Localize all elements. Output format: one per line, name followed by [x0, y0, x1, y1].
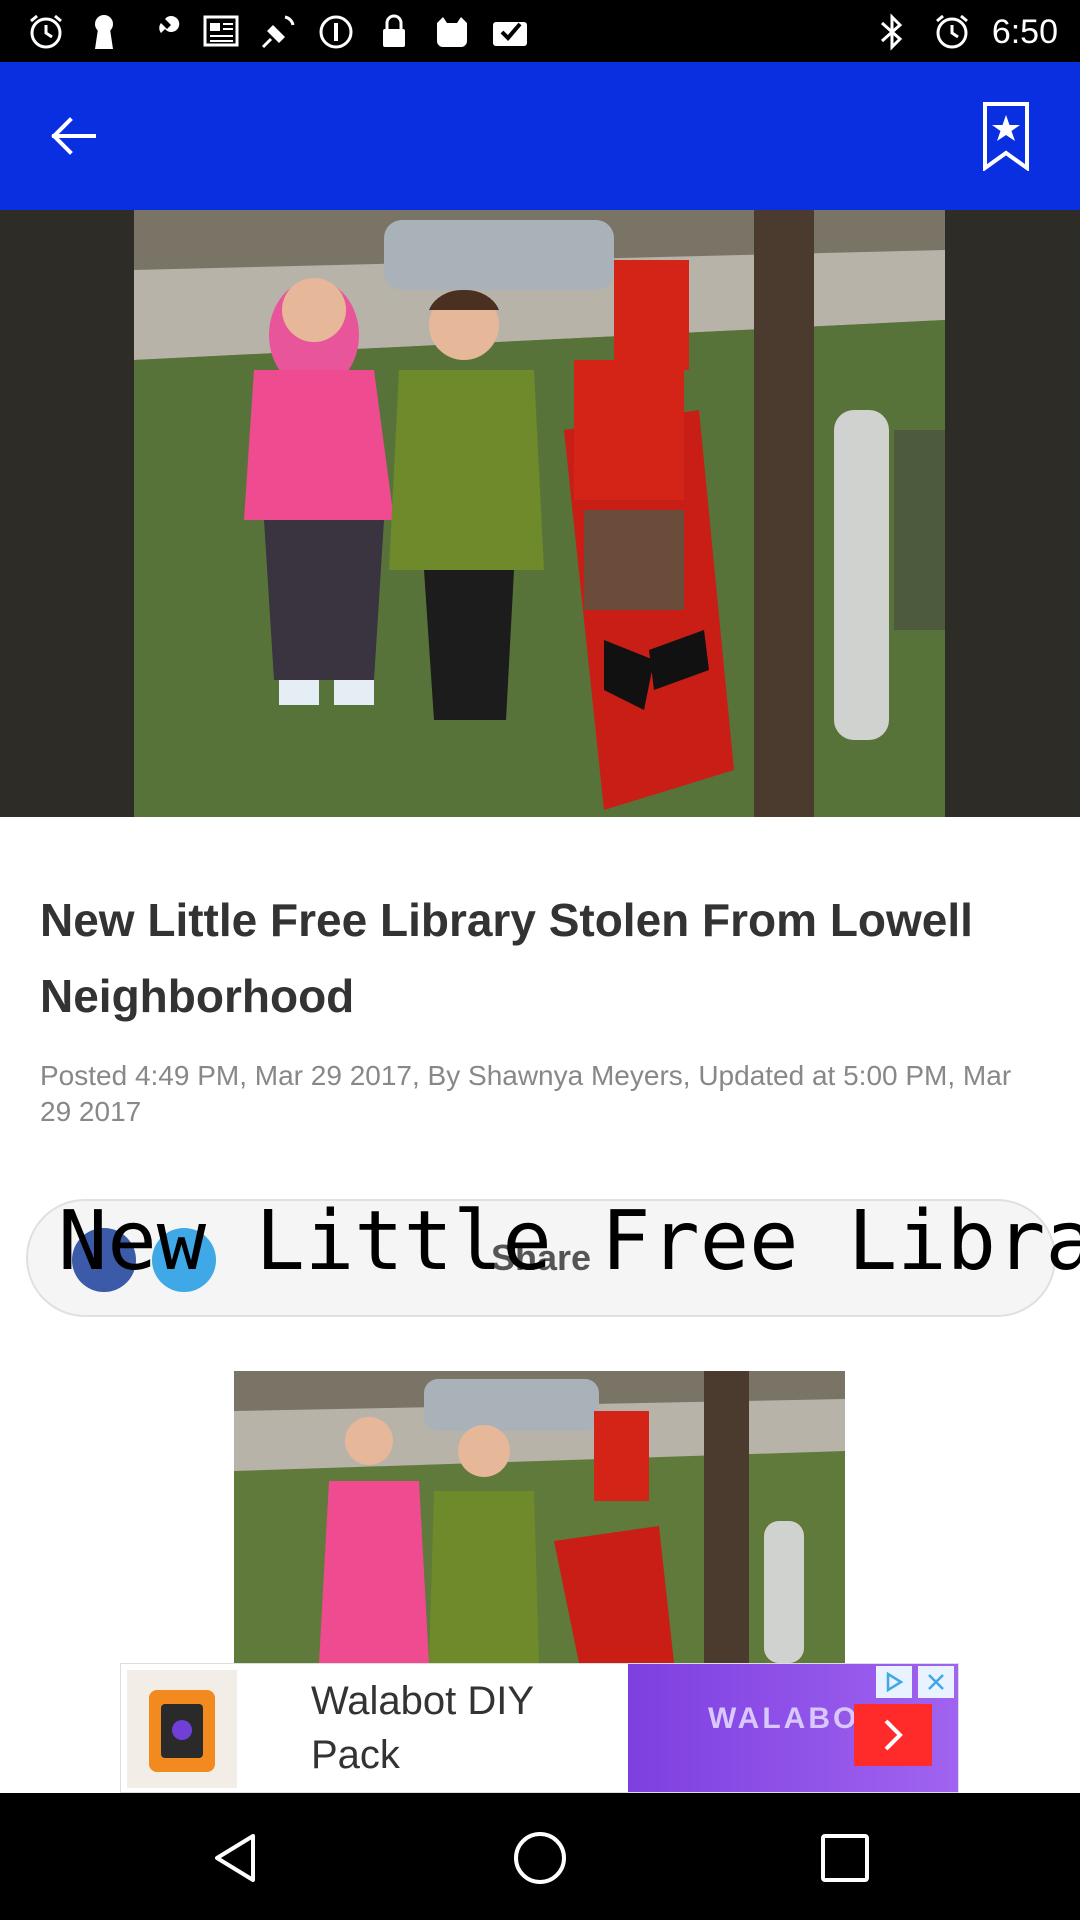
bluetooth-icon — [872, 12, 912, 52]
lock-icon — [374, 12, 414, 52]
satellite-icon — [258, 12, 298, 52]
system-status: 6:50 — [872, 10, 1058, 54]
system-nav-bar — [0, 1793, 1080, 1920]
overlay-headline-text: New Little Free Library — [58, 1194, 1080, 1289]
app-bar — [0, 62, 1080, 210]
article-headline: New Little Free Library Stolen From Lowe… — [40, 894, 973, 1022]
info-icon — [316, 12, 356, 52]
nav-home-button[interactable] — [505, 1823, 575, 1893]
ad-open-button[interactable] — [854, 1704, 932, 1766]
ad-banner[interactable]: Walabot DIY Pack WALABOT — [120, 1663, 959, 1793]
cat-icon — [432, 12, 472, 52]
arrow-left-icon — [51, 117, 96, 155]
clock-time: 6:50 — [991, 12, 1058, 51]
bookmark-star-icon — [983, 102, 1029, 171]
nav-recents-button[interactable] — [810, 1823, 880, 1893]
share-bar: Share New Little Free Library — [26, 1194, 1080, 1317]
ad-product-image — [127, 1670, 237, 1788]
close-icon[interactable] — [918, 1666, 954, 1698]
keyhole-icon — [84, 12, 124, 52]
alarm-icon — [26, 12, 66, 52]
alarm-icon — [932, 12, 972, 52]
news-icon — [200, 12, 240, 52]
ad-choices-icon[interactable] — [876, 1666, 912, 1698]
bookmark-button[interactable] — [978, 96, 1034, 176]
triangle-back-icon — [215, 1834, 255, 1882]
wrench-icon — [142, 12, 182, 52]
hero-photo[interactable] — [134, 210, 945, 817]
square-recents-icon — [821, 1834, 869, 1882]
inline-article-photo[interactable] — [234, 1371, 845, 1663]
hero-image-frame — [0, 210, 1080, 817]
back-button[interactable] — [42, 106, 102, 166]
status-bar: 6:50 — [0, 0, 1080, 62]
circle-home-icon — [514, 1832, 566, 1884]
mail-check-icon — [490, 12, 530, 52]
chevron-right-icon — [884, 1719, 903, 1751]
ad-title: Walabot DIY Pack — [311, 1679, 534, 1777]
notification-icons — [26, 10, 530, 54]
article-byline: Posted 4:49 PM, Mar 29 2017, By Shawnya … — [40, 1060, 1012, 1127]
nav-back-button[interactable] — [200, 1823, 270, 1893]
